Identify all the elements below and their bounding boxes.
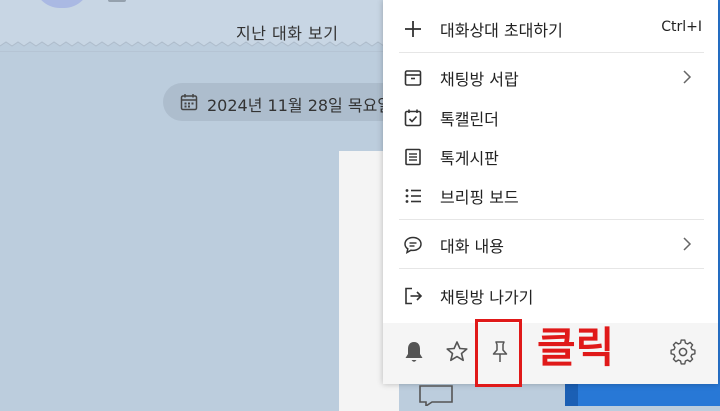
speech-bubble-icon bbox=[404, 236, 422, 254]
bell-icon[interactable] bbox=[401, 339, 427, 365]
menu-item-label: 톡게시판 bbox=[440, 149, 499, 168]
date-label: 2024년 11월 28일 목요일 bbox=[207, 96, 393, 115]
click-annotation-label: 클릭 bbox=[537, 323, 615, 372]
menu-separator bbox=[399, 52, 704, 53]
drawer-icon bbox=[404, 70, 422, 86]
menu-item-invite[interactable]: 대화상대 초대하기 Ctrl+I bbox=[383, 11, 718, 45]
menu-separator bbox=[399, 219, 704, 220]
chat-bubble-icon bbox=[419, 385, 453, 406]
date-divider: 2024년 11월 28일 목요일 bbox=[163, 83, 403, 121]
menu-item-briefing-board[interactable]: 브리핑 보드 bbox=[383, 178, 718, 212]
chevron-right-icon bbox=[683, 237, 692, 251]
menu-item-leave-chat[interactable]: 채팅방 나가기 bbox=[383, 278, 718, 312]
click-highlight-box bbox=[475, 319, 522, 387]
board-icon bbox=[405, 148, 421, 166]
menu-item-label: 대화상대 초대하기 bbox=[440, 21, 563, 40]
menu-separator bbox=[399, 268, 704, 269]
menu-item-label: 브리핑 보드 bbox=[440, 188, 519, 207]
menu-item-label: 톡캘린더 bbox=[440, 110, 499, 129]
menu-item-calendar[interactable]: 톡캘린더 bbox=[383, 100, 718, 134]
gear-icon[interactable] bbox=[670, 339, 696, 365]
menu-item-label: 채팅방 서랍 bbox=[440, 70, 519, 89]
menu-item-board[interactable]: 톡게시판 bbox=[383, 139, 718, 173]
menu-item-label: 채팅방 나가기 bbox=[440, 288, 534, 307]
menu-item-chat-content[interactable]: 대화 내용 bbox=[383, 227, 718, 261]
star-icon[interactable] bbox=[444, 339, 470, 365]
chat-name-fragment bbox=[108, 0, 126, 2]
list-icon bbox=[405, 189, 421, 203]
view-past-chats-link[interactable]: 지난 대화 보기 bbox=[236, 20, 339, 44]
calendar-icon bbox=[180, 94, 198, 111]
menu-item-drawer[interactable]: 채팅방 서랍 bbox=[383, 60, 718, 94]
calendar-check-icon bbox=[404, 109, 422, 127]
menu-item-label: 대화 내용 bbox=[440, 237, 504, 256]
plus-icon bbox=[405, 21, 421, 37]
chevron-right-icon bbox=[683, 70, 692, 84]
exit-icon bbox=[405, 287, 423, 305]
shortcut-label: Ctrl+I bbox=[661, 19, 702, 35]
